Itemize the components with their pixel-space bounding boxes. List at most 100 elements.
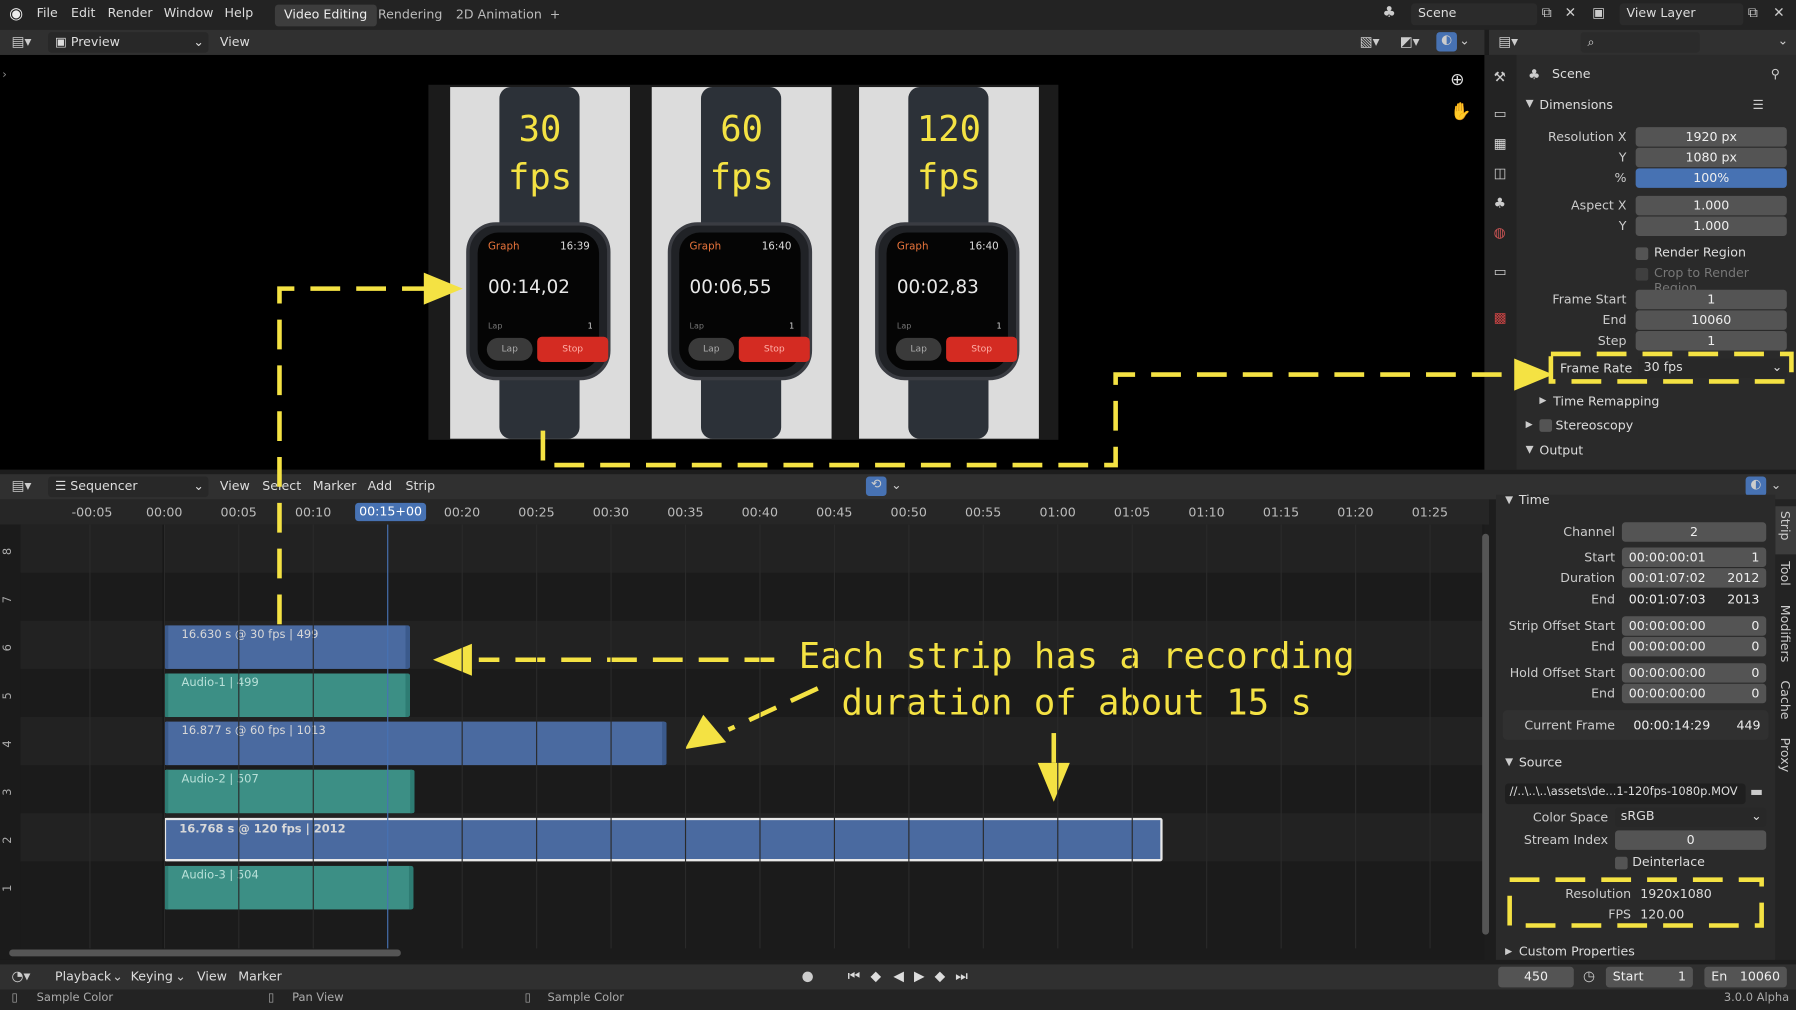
prev-keyframe-icon[interactable]: ◆ — [871, 968, 882, 984]
scene-icon[interactable]: ♣ — [1383, 5, 1396, 22]
tab-modifiers[interactable]: Modifiers — [1778, 605, 1793, 663]
collection-tab-icon[interactable]: ▭ — [1494, 263, 1507, 279]
collapse-dimensions-icon[interactable]: ▼ — [1526, 99, 1534, 110]
seq-marker-menu[interactable]: Marker — [313, 479, 357, 494]
vertical-scrollbar[interactable] — [1482, 533, 1490, 935]
tool-tab-icon[interactable]: ⚒ — [1494, 69, 1506, 85]
hold-start-field[interactable]: 00:00:00:00 0 — [1621, 663, 1767, 683]
jump-end-icon[interactable]: ⏭ — [955, 968, 967, 985]
duration-field[interactable]: 00:01:07:02 2012 — [1621, 568, 1767, 588]
play-reverse-icon[interactable]: ◀ — [893, 968, 904, 984]
play-icon[interactable]: ▶ — [914, 968, 925, 984]
preview-mode-select[interactable]: ▣ Preview ⌄ — [48, 32, 209, 53]
audio-strip[interactable]: Audio-1 | 499 — [163, 673, 411, 718]
crop-region-checkbox[interactable] — [1635, 268, 1649, 281]
menu-edit[interactable]: Edit — [71, 6, 95, 21]
channel-icon[interactable]: ◩▾ — [1400, 33, 1420, 49]
tab-video-editing[interactable]: Video Editing — [274, 4, 377, 27]
properties-dropdown-icon[interactable]: ⌄ — [1778, 33, 1789, 48]
playhead-label[interactable]: 00:15+00 — [354, 502, 427, 522]
channel-row[interactable] — [20, 524, 1483, 573]
sequencer-editor-icon[interactable]: ▤▾ — [11, 478, 31, 494]
zoom-icon[interactable]: ⊕ — [1450, 69, 1464, 90]
audio-strip[interactable]: Audio-3 | 504 — [163, 865, 414, 910]
seq-strip-menu[interactable]: Strip — [405, 479, 435, 494]
seq-add-menu[interactable]: Add — [368, 479, 392, 494]
folder-icon[interactable]: ▬ — [1750, 783, 1763, 799]
collapse-time-icon[interactable]: ▼ — [1505, 495, 1513, 506]
video-strip[interactable]: 16.630 s @ 30 fps | 499 — [163, 625, 411, 669]
add-workspace-button[interactable]: + — [541, 5, 570, 27]
record-icon[interactable]: ● — [802, 968, 814, 984]
time-remapping-section[interactable]: Time Remapping — [1553, 394, 1659, 409]
seq-overlay-dropdown-icon[interactable]: ⌄ — [1771, 478, 1782, 493]
copy-scene-icon[interactable]: ⧉ — [1542, 5, 1552, 22]
offset-start-field[interactable]: 00:00:00:00 0 — [1621, 616, 1767, 636]
properties-editor-icon[interactable]: ▤▾ — [1498, 33, 1518, 49]
deinterlace-checkbox[interactable] — [1615, 856, 1628, 870]
stereoscopy-checkbox[interactable] — [1539, 419, 1553, 432]
output-section[interactable]: Output — [1539, 443, 1583, 458]
preset-list-icon[interactable]: ☰ — [1752, 97, 1763, 112]
expand-arrow-icon[interactable]: › — [2, 69, 7, 82]
aspect-y-field[interactable]: 1.000 — [1635, 216, 1787, 236]
blender-logo-icon[interactable]: ◉ — [9, 5, 23, 23]
tab-strip[interactable]: Strip — [1778, 511, 1793, 541]
properties-search-input[interactable]: ⌕ — [1580, 32, 1700, 53]
keying-menu[interactable]: Keying — [131, 969, 173, 984]
next-keyframe-icon[interactable]: ◆ — [935, 968, 946, 984]
playback-view-menu[interactable]: View — [197, 969, 227, 984]
custom-properties-section[interactable]: Custom Properties — [1519, 944, 1635, 959]
expand-custom-props-icon[interactable]: ▶ — [1505, 946, 1512, 956]
overlay-dropdown-icon[interactable]: ⌄ — [1459, 33, 1470, 48]
source-file-field[interactable]: //..\..\..\assets\de...1-120fps-1080p.MO… — [1505, 783, 1746, 805]
frame-start-field[interactable]: 1 — [1635, 289, 1787, 310]
expand-time-remap-icon[interactable]: ▶ — [1539, 395, 1546, 405]
stereoscopy-section[interactable]: Stereoscopy — [1555, 418, 1633, 433]
render-region-checkbox[interactable] — [1635, 247, 1649, 261]
resolution-y-field[interactable]: 1080 px — [1635, 147, 1787, 168]
dimensions-title[interactable]: Dimensions — [1539, 97, 1613, 112]
playhead-line[interactable] — [386, 524, 388, 949]
menu-help[interactable]: Help — [225, 6, 254, 21]
resolution-percent-field[interactable]: 100% — [1635, 168, 1787, 188]
view-layer-tab-icon[interactable]: ◫ — [1494, 165, 1507, 181]
end-frame-field[interactable]: En 10060 — [1704, 966, 1787, 988]
editor-type-icon[interactable]: ▤▾ — [11, 33, 31, 49]
expand-stereoscopy-icon[interactable]: ▶ — [1526, 419, 1533, 429]
audio-strip[interactable]: Audio-2 | 507 — [163, 769, 415, 814]
time-section-title[interactable]: Time — [1519, 493, 1550, 508]
start-field[interactable]: 00:00:00:01 1 — [1621, 547, 1767, 567]
stream-index-field[interactable]: 0 — [1615, 830, 1767, 850]
pin-icon[interactable]: ⚲ — [1771, 66, 1780, 81]
playback-menu[interactable]: Playback — [55, 969, 111, 984]
hold-end-field[interactable]: 00:00:00:00 0 — [1621, 683, 1767, 704]
source-section-title[interactable]: Source — [1519, 755, 1562, 770]
seq-select-menu[interactable]: Select — [262, 479, 301, 494]
close-layer-icon[interactable]: ✕ — [1773, 5, 1785, 21]
frame-end-field[interactable]: 10060 — [1635, 310, 1787, 330]
menu-window[interactable]: Window — [164, 6, 214, 21]
tab-2d-animation[interactable]: 2D Animation — [447, 5, 551, 27]
playback-marker-menu[interactable]: Marker — [238, 969, 282, 984]
channel-row[interactable] — [21, 573, 1483, 621]
color-space-select[interactable]: sRGB ⌄ — [1615, 807, 1767, 827]
tab-proxy[interactable]: Proxy — [1778, 738, 1793, 773]
frame-rate-select[interactable]: 30 fps ⌄ — [1637, 358, 1787, 378]
collapse-output-icon[interactable]: ▼ — [1526, 444, 1534, 455]
menu-file[interactable]: File — [37, 6, 58, 21]
view-layer-icon[interactable]: ▣ — [1592, 5, 1605, 21]
world-tab-icon[interactable]: ◍ — [1494, 225, 1506, 241]
seq-overlay-icon[interactable]: ◐ — [1745, 476, 1767, 496]
current-frame-field[interactable]: 450 — [1498, 966, 1574, 988]
copy-layer-icon[interactable]: ⧉ — [1748, 5, 1758, 22]
output-tab-icon[interactable]: ▦ — [1494, 135, 1507, 151]
texture-tab-icon[interactable]: ▩ — [1494, 309, 1507, 325]
aspect-x-field[interactable]: 1.000 — [1635, 195, 1787, 216]
tab-tool[interactable]: Tool — [1778, 561, 1793, 585]
offset-end-field[interactable]: 00:00:00:00 0 — [1621, 636, 1767, 657]
start-frame-field[interactable]: Start 1 — [1605, 966, 1693, 988]
tab-cache[interactable]: Cache — [1778, 680, 1793, 719]
close-icon[interactable]: ✕ — [1565, 5, 1577, 21]
timeline-editor-icon[interactable]: ◔▾ — [11, 968, 30, 984]
